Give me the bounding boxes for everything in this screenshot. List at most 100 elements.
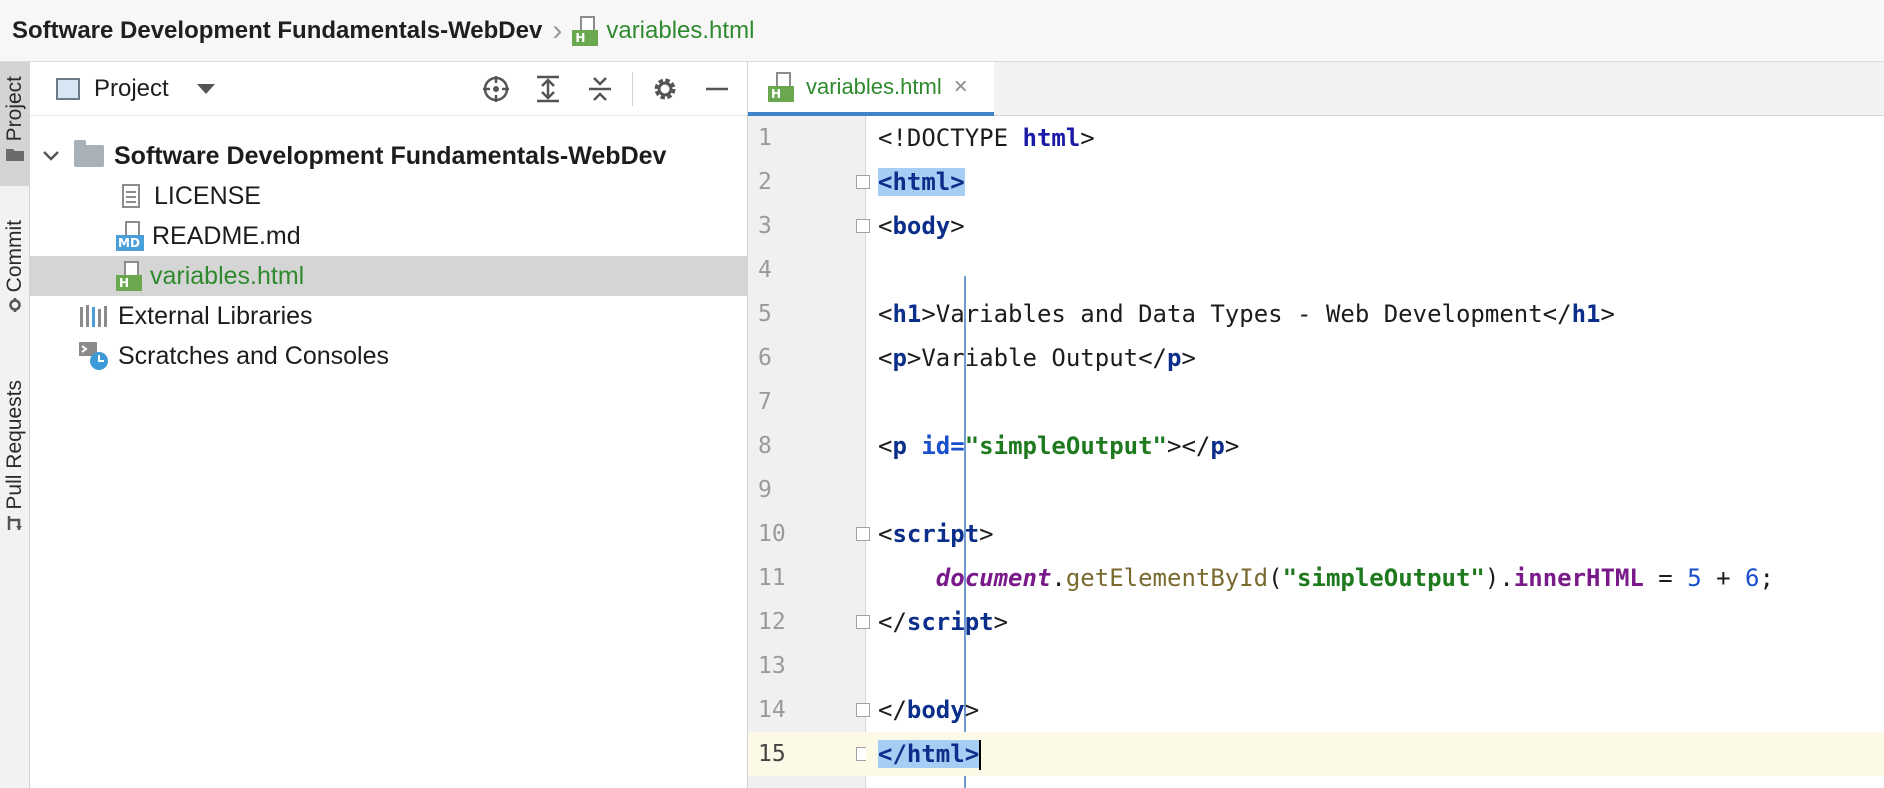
code-token: < bbox=[878, 344, 893, 372]
locate-file-button[interactable] bbox=[476, 69, 516, 109]
editor-tab-variables-html[interactable]: H variables.html × bbox=[748, 62, 994, 116]
close-icon[interactable]: × bbox=[954, 73, 968, 101]
line-number: 15 bbox=[748, 732, 866, 776]
project-panel: Project Software Development Fundamental… bbox=[30, 62, 748, 788]
code-line: <html> bbox=[866, 160, 1884, 204]
tool-tab-project-label: Project bbox=[3, 76, 26, 142]
code-line: document.getElementById("simpleOutput").… bbox=[866, 556, 1884, 600]
breadcrumb: Software Development Fundamentals-WebDev… bbox=[0, 0, 1884, 62]
text-caret bbox=[979, 740, 982, 770]
breadcrumb-file[interactable]: variables.html bbox=[606, 17, 754, 45]
libraries-icon bbox=[80, 305, 107, 327]
line-number-gutter: 1 2 3 4 5 6 7 8 9 10 11 12 13 14 15 bbox=[748, 116, 870, 788]
code-token: ; bbox=[1759, 564, 1774, 592]
project-panel-toolbar bbox=[464, 62, 737, 116]
code-token: <!DOCTYPE bbox=[878, 124, 1023, 152]
code-token: body bbox=[892, 212, 951, 240]
code-token: < bbox=[878, 212, 893, 240]
code-token: >Variables and Data Types - Web Developm… bbox=[921, 300, 1572, 328]
tree-item-label: LICENSE bbox=[154, 181, 261, 210]
commit-icon bbox=[9, 298, 21, 313]
tree-item-label: External Libraries bbox=[118, 301, 313, 330]
line-number: 2 bbox=[758, 169, 772, 195]
code-line-current: </html> bbox=[866, 732, 1884, 776]
breadcrumb-separator-icon: › bbox=[552, 13, 563, 47]
html-file-icon: H bbox=[572, 15, 599, 46]
code-token: 6 bbox=[1745, 564, 1760, 592]
code-token: </ bbox=[878, 696, 907, 724]
tree-item-scratches[interactable]: Scratches and Consoles bbox=[30, 336, 748, 376]
chevron-down-icon[interactable] bbox=[42, 147, 60, 165]
code-token: script bbox=[906, 608, 994, 636]
code-editor: H variables.html × 1 2 3 4 5 6 7 8 9 10 11 12 13 14 15… bbox=[748, 62, 1884, 788]
tool-tab-project[interactable]: Project bbox=[0, 62, 30, 186]
code-token: > bbox=[1181, 344, 1196, 372]
project-panel-title[interactable]: Project bbox=[94, 75, 169, 103]
tool-tab-pull-requests-label: Pull Requests bbox=[3, 380, 26, 510]
code-token: . bbox=[1051, 564, 1066, 592]
tree-item-license[interactable]: LICENSE bbox=[30, 176, 748, 216]
code-line: <body> bbox=[866, 204, 1884, 248]
code-token: = bbox=[1643, 564, 1688, 592]
code-token: p bbox=[1167, 344, 1182, 372]
code-token: < bbox=[878, 432, 893, 460]
tree-item-readme[interactable]: MD README.md bbox=[30, 216, 748, 256]
tree-item-label: README.md bbox=[152, 221, 301, 250]
code-line: <p>Variable Output</p> bbox=[866, 336, 1884, 380]
line-number: 11 bbox=[758, 565, 786, 591]
code-line: <h1>Variables and Data Types - Web Devel… bbox=[866, 292, 1884, 336]
code-line: </body> bbox=[866, 688, 1884, 732]
folder-icon bbox=[74, 140, 104, 167]
expand-all-button[interactable] bbox=[528, 69, 568, 109]
minimize-icon bbox=[706, 87, 728, 91]
folder-icon bbox=[6, 149, 24, 162]
code-token: ( bbox=[1268, 564, 1283, 592]
tree-item-project-root[interactable]: Software Development Fundamentals-WebDev bbox=[30, 136, 748, 176]
line-number: 6 bbox=[758, 345, 772, 371]
code-token: h1 bbox=[1571, 300, 1601, 328]
line-number: 13 bbox=[758, 653, 786, 679]
markdown-file-icon: MD bbox=[116, 221, 144, 251]
code-area[interactable]: <!DOCTYPE html> <html> <body> <h1>Variab… bbox=[866, 116, 1884, 788]
collapse-all-button[interactable] bbox=[580, 69, 620, 109]
tool-tab-commit-label: Commit bbox=[3, 220, 26, 293]
line-number: 10 bbox=[758, 521, 786, 547]
collapse-all-icon bbox=[589, 77, 611, 101]
gear-icon bbox=[654, 78, 676, 100]
code-token: + bbox=[1701, 564, 1746, 592]
settings-button[interactable] bbox=[645, 69, 685, 109]
line-number: 3 bbox=[758, 213, 772, 239]
tree-item-external-libraries[interactable]: External Libraries bbox=[30, 296, 748, 336]
code-token: innerHTML bbox=[1513, 564, 1644, 592]
chevron-down-icon[interactable] bbox=[196, 83, 215, 94]
code-line: </script> bbox=[866, 600, 1884, 644]
code-line: <!DOCTYPE html> bbox=[866, 116, 1884, 160]
code-token: p bbox=[892, 432, 922, 460]
code-token: document bbox=[935, 564, 1052, 592]
line-number: 14 bbox=[758, 697, 786, 723]
tool-tab-commit[interactable]: Commit bbox=[0, 220, 30, 313]
line-number: 1 bbox=[758, 125, 772, 151]
toolbar-divider bbox=[632, 72, 633, 106]
line-number: 4 bbox=[758, 257, 772, 283]
project-view-icon bbox=[56, 77, 80, 100]
breadcrumb-project[interactable]: Software Development Fundamentals-WebDev bbox=[12, 17, 542, 45]
code-token: p bbox=[892, 344, 907, 372]
html-file-icon: H bbox=[116, 261, 142, 291]
tool-tab-pull-requests[interactable]: Pull Requests bbox=[0, 380, 30, 530]
hide-panel-button[interactable] bbox=[697, 69, 737, 109]
tree-item-variables-html[interactable]: H variables.html bbox=[30, 256, 748, 296]
code-token: "simpleOutput" bbox=[1282, 564, 1485, 592]
code-token: html bbox=[1022, 124, 1081, 152]
tool-window-strip: Project Commit Pull Requests bbox=[0, 62, 30, 788]
code-token: "simpleOutput" bbox=[964, 432, 1168, 460]
code-token: getElementById bbox=[1065, 564, 1269, 592]
tree-item-label: Scratches and Consoles bbox=[118, 341, 389, 370]
code-token: > bbox=[1080, 124, 1095, 152]
code-line: <p id="simpleOutput"></p> bbox=[866, 424, 1884, 468]
crosshair-icon bbox=[483, 76, 509, 102]
code-token: > bbox=[950, 212, 965, 240]
code-token: ></ bbox=[1167, 432, 1211, 460]
code-token: h1 bbox=[892, 300, 922, 328]
